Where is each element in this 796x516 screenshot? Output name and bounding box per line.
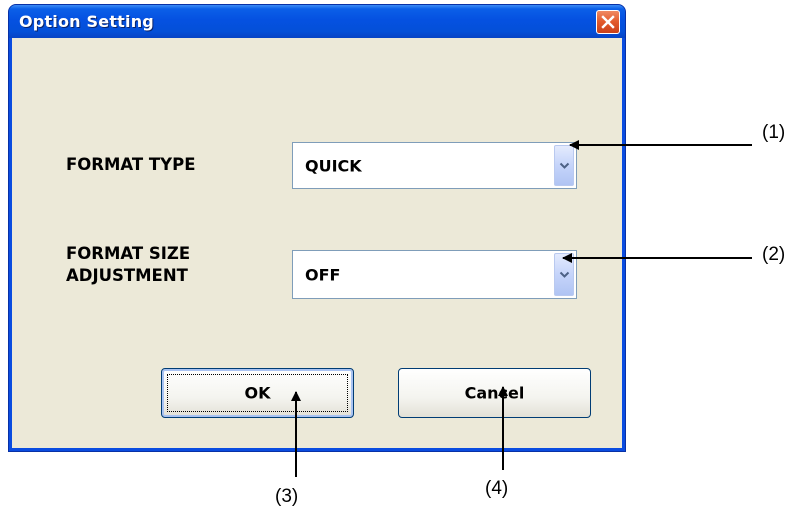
format-type-label-text: FORMAT TYPE (66, 155, 196, 174)
window-title: Option Setting (19, 12, 154, 31)
format-type-value: QUICK (305, 156, 362, 175)
option-setting-dialog: Option Setting FORMAT TYPE QUICK FORMAT … (8, 4, 626, 452)
format-type-select[interactable]: QUICK (292, 142, 577, 189)
stage: Option Setting FORMAT TYPE QUICK FORMAT … (0, 0, 796, 516)
callout-label-2: (2) (762, 244, 786, 265)
close-button[interactable] (596, 10, 620, 34)
title-bar[interactable]: Option Setting (9, 5, 625, 38)
ok-button-label: OK (244, 383, 271, 403)
format-size-dropdown-button[interactable] (554, 253, 574, 296)
callout-label-1: (1) (762, 122, 786, 143)
close-icon (601, 15, 615, 29)
chevron-down-icon (559, 271, 570, 278)
ok-button[interactable]: OK (161, 368, 354, 418)
format-size-label-line2: ADJUSTMENT (66, 266, 188, 285)
format-size-adjustment-label: FORMAT SIZE ADJUSTMENT (66, 243, 190, 287)
format-type-dropdown-button[interactable] (554, 145, 574, 186)
format-size-label-line1: FORMAT SIZE (66, 244, 191, 263)
dialog-body: FORMAT TYPE QUICK FORMAT SIZE ADJUSTMENT… (12, 38, 622, 448)
format-type-label: FORMAT TYPE (66, 154, 195, 176)
cancel-button[interactable]: Cancel (398, 368, 591, 418)
callout-label-3: (3) (275, 486, 299, 507)
cancel-button-label: Cancel (464, 383, 525, 403)
format-size-adjustment-select[interactable]: OFF (292, 250, 577, 299)
chevron-down-icon (559, 162, 570, 169)
callout-label-4: (4) (485, 478, 509, 499)
format-size-adjustment-value: OFF (305, 265, 341, 284)
